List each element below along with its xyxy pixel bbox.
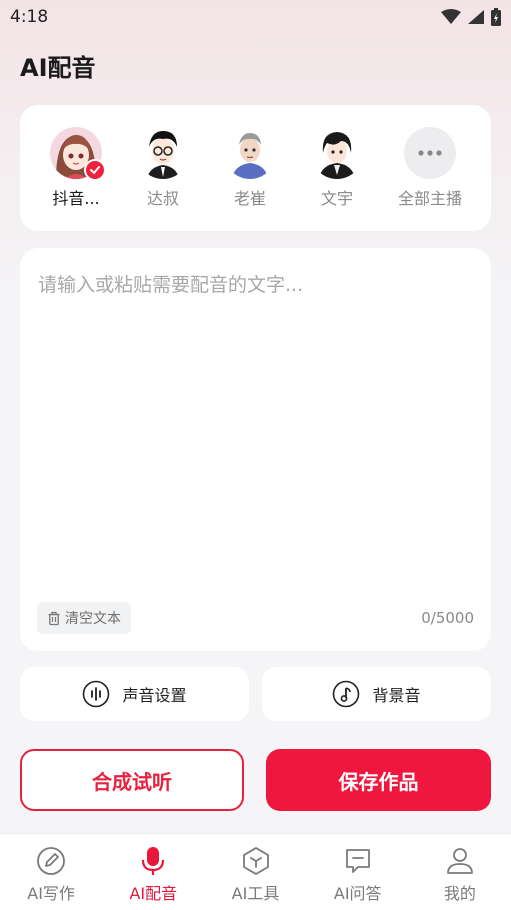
tab-mine[interactable]: 我的 — [409, 834, 511, 910]
voice-label: 全部主播 — [397, 189, 462, 208]
cube-icon — [242, 847, 269, 875]
page-title: AI配音 — [20, 54, 96, 82]
tab-label: AI工具 — [231, 884, 280, 903]
voice-item-all-anchors[interactable]: 全部主播 — [388, 127, 472, 209]
battery-icon — [491, 8, 501, 26]
voice-label: 文宇 — [320, 189, 353, 208]
avatar — [50, 127, 106, 181]
background-music-button[interactable]: 背景音 — [262, 667, 491, 721]
wifi-icon — [441, 9, 461, 24]
text-input-area[interactable]: 请输入或粘贴需要配音的文字... 清空文本 0/5000 — [20, 248, 491, 651]
more-icon — [404, 127, 456, 179]
synthesize-preview-button[interactable]: 合成试听 — [20, 749, 244, 811]
background-music-label: 背景音 — [372, 686, 421, 705]
bottom-tab-bar: AI写作 AI配音 AI工具 AI问答 我的 — [0, 833, 511, 910]
avatar — [137, 127, 189, 179]
voice-selector-card: 抖音... 达叔 老崔 文宇 全部主播 — [20, 105, 491, 231]
tab-ai-qa[interactable]: AI问答 — [307, 834, 409, 910]
microphone-icon — [142, 847, 165, 875]
status-icons — [441, 8, 501, 26]
tab-label: 我的 — [443, 884, 476, 903]
voice-item-wenyu[interactable]: 文宇 — [297, 127, 377, 209]
voice-settings-label: 声音设置 — [122, 686, 187, 705]
tab-label: AI配音 — [129, 884, 178, 903]
tab-label: AI写作 — [27, 884, 75, 903]
avatar — [311, 127, 363, 179]
voice-label: 老崔 — [233, 189, 266, 208]
save-work-button[interactable]: 保存作品 — [266, 749, 491, 811]
tab-ai-dubbing[interactable]: AI配音 — [102, 834, 204, 910]
music-note-icon — [333, 680, 360, 708]
user-icon — [447, 848, 473, 874]
voice-item-laocui[interactable]: 老崔 — [210, 127, 290, 209]
voice-settings-button[interactable]: 声音设置 — [20, 667, 249, 721]
soundwave-icon — [83, 680, 110, 708]
signal-icon — [468, 10, 484, 24]
clear-text-label: 清空文本 — [65, 611, 121, 627]
voice-label: 达叔 — [146, 189, 179, 208]
pencil-icon — [37, 847, 65, 875]
selected-check-icon — [84, 159, 106, 181]
voice-label: 抖音... — [52, 189, 100, 208]
clear-text-button[interactable]: 清空文本 — [37, 602, 131, 634]
tab-label: AI问答 — [333, 884, 382, 903]
char-count: 0/5000 — [421, 609, 474, 627]
tab-ai-writing[interactable]: AI写作 — [0, 834, 102, 910]
avatar — [224, 127, 276, 179]
voice-item-dashu[interactable]: 达叔 — [123, 127, 203, 209]
chat-icon — [345, 849, 370, 873]
voice-item-douyin[interactable]: 抖音... — [36, 127, 116, 209]
trash-icon — [48, 611, 60, 625]
text-placeholder: 请输入或粘贴需要配音的文字... — [38, 274, 304, 296]
status-time: 4:18 — [10, 7, 49, 27]
status-bar: 4:18 — [0, 0, 511, 34]
tab-ai-tools[interactable]: AI工具 — [204, 834, 306, 910]
